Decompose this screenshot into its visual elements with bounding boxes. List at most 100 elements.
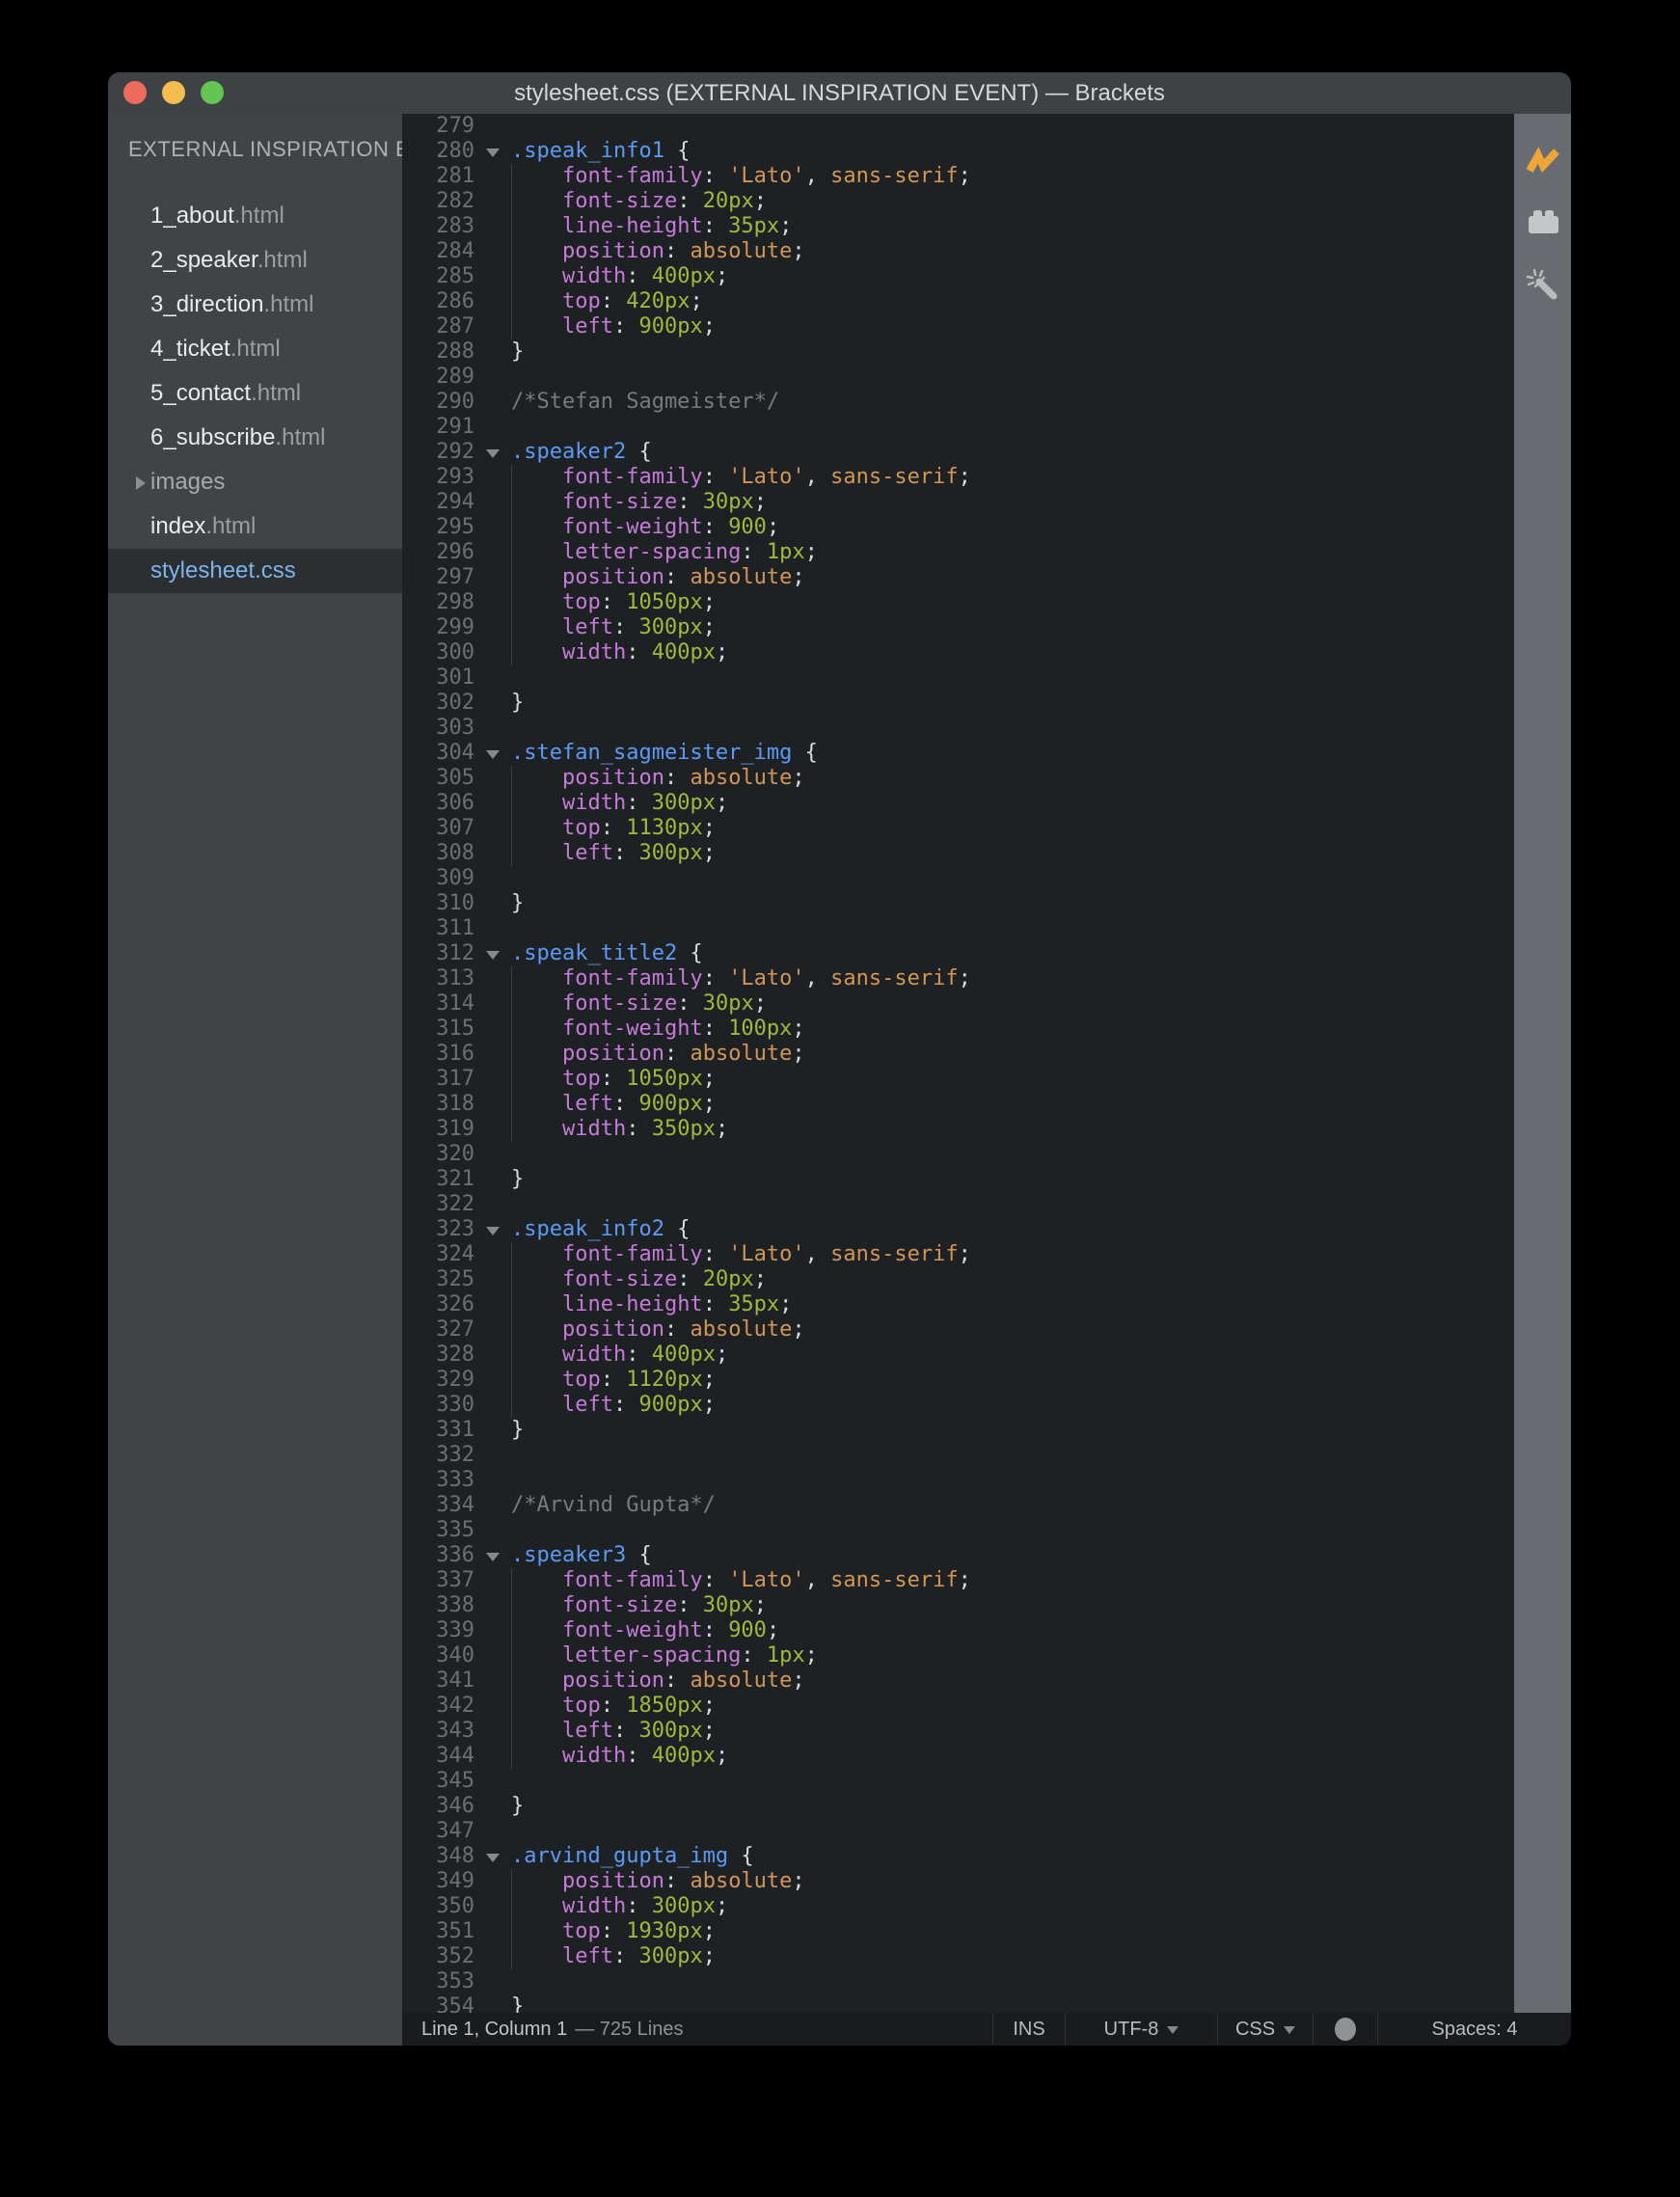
code-line-343[interactable]: 343 left: 300px; [402, 1719, 1514, 1744]
code-line-325[interactable]: 325 font-size: 20px; [402, 1267, 1514, 1292]
folder-disclosure-triangle-icon[interactable] [136, 476, 146, 490]
line-number[interactable]: 314 [402, 991, 474, 1017]
line-number[interactable]: 286 [402, 289, 474, 314]
code-line-280[interactable]: 280 .speak_info1 { [402, 139, 1514, 164]
code-line-295[interactable]: 295 font-weight: 900; [402, 515, 1514, 540]
line-number[interactable]: 300 [402, 640, 474, 665]
title-bar[interactable]: stylesheet.css (EXTERNAL INSPIRATION EVE… [108, 72, 1571, 114]
extension-manager-brick-icon[interactable] [1526, 207, 1560, 241]
sidebar-file-5_contact.html[interactable]: 5_contact.html [108, 371, 402, 416]
code-line-283[interactable]: 283 line-height: 35px; [402, 214, 1514, 239]
fold-arrow-icon[interactable] [486, 950, 500, 960]
code-line-336[interactable]: 336 .speaker3 { [402, 1543, 1514, 1568]
line-number[interactable]: 305 [402, 766, 474, 791]
line-number[interactable]: 340 [402, 1643, 474, 1668]
line-number[interactable]: 334 [402, 1493, 474, 1518]
fold-gutter[interactable] [474, 941, 511, 966]
code-line-350[interactable]: 350 width: 300px; [402, 1894, 1514, 1919]
code-line-330[interactable]: 330 left: 900px; [402, 1393, 1514, 1418]
code-line-309[interactable]: 309 [402, 866, 1514, 891]
code-line-312[interactable]: 312 .speak_title2 { [402, 941, 1514, 966]
line-number[interactable]: 309 [402, 866, 474, 891]
line-number[interactable]: 311 [402, 916, 474, 941]
line-number[interactable]: 329 [402, 1368, 474, 1393]
code-line-298[interactable]: 298 top: 1050px; [402, 590, 1514, 615]
code-line-318[interactable]: 318 left: 900px; [402, 1092, 1514, 1117]
code-line-299[interactable]: 299 left: 300px; [402, 615, 1514, 640]
code-line-313[interactable]: 313 font-family: 'Lato', sans-serif; [402, 966, 1514, 991]
line-number[interactable]: 341 [402, 1668, 474, 1694]
code-line-334[interactable]: 334 /*Arvind Gupta*/ [402, 1493, 1514, 1518]
code-line-339[interactable]: 339 font-weight: 900; [402, 1618, 1514, 1643]
code-line-319[interactable]: 319 width: 350px; [402, 1117, 1514, 1142]
line-number[interactable]: 312 [402, 941, 474, 966]
line-number[interactable]: 322 [402, 1192, 474, 1217]
code-line-341[interactable]: 341 position: absolute; [402, 1668, 1514, 1694]
line-number[interactable]: 344 [402, 1744, 474, 1769]
line-number[interactable]: 294 [402, 490, 474, 515]
code-line-337[interactable]: 337 font-family: 'Lato', sans-serif; [402, 1568, 1514, 1593]
line-number[interactable]: 298 [402, 590, 474, 615]
code-line-342[interactable]: 342 top: 1850px; [402, 1694, 1514, 1719]
line-number[interactable]: 352 [402, 1944, 474, 1969]
line-number[interactable]: 319 [402, 1117, 474, 1142]
line-number[interactable]: 303 [402, 716, 474, 741]
line-number[interactable]: 288 [402, 339, 474, 365]
line-number[interactable]: 306 [402, 791, 474, 816]
code-line-308[interactable]: 308 left: 300px; [402, 841, 1514, 866]
code-line-294[interactable]: 294 font-size: 30px; [402, 490, 1514, 515]
code-line-335[interactable]: 335 [402, 1518, 1514, 1543]
line-number[interactable]: 293 [402, 465, 474, 490]
code-line-340[interactable]: 340 letter-spacing: 1px; [402, 1643, 1514, 1668]
fold-gutter[interactable] [474, 1217, 511, 1242]
code-line-284[interactable]: 284 position: absolute; [402, 239, 1514, 264]
line-number[interactable]: 318 [402, 1092, 474, 1117]
code-line-352[interactable]: 352 left: 300px; [402, 1944, 1514, 1969]
line-number[interactable]: 279 [402, 114, 474, 139]
sidebar-file-6_subscribe.html[interactable]: 6_subscribe.html [108, 416, 402, 460]
line-number[interactable]: 324 [402, 1242, 474, 1267]
code-line-347[interactable]: 347 [402, 1819, 1514, 1844]
line-number[interactable]: 313 [402, 966, 474, 991]
line-number[interactable]: 342 [402, 1694, 474, 1719]
line-number[interactable]: 287 [402, 314, 474, 339]
code-line-302[interactable]: 302} [402, 691, 1514, 716]
code-line-323[interactable]: 323 .speak_info2 { [402, 1217, 1514, 1242]
fold-arrow-icon[interactable] [486, 1226, 500, 1235]
code-line-310[interactable]: 310} [402, 891, 1514, 916]
code-line-317[interactable]: 317 top: 1050px; [402, 1067, 1514, 1092]
line-number[interactable]: 307 [402, 816, 474, 841]
line-number[interactable]: 346 [402, 1794, 474, 1819]
line-number[interactable]: 310 [402, 891, 474, 916]
line-number[interactable]: 281 [402, 164, 474, 189]
code-line-322[interactable]: 322 [402, 1192, 1514, 1217]
live-preview-bolt-icon[interactable] [1525, 147, 1561, 180]
line-number[interactable]: 297 [402, 565, 474, 590]
fold-gutter[interactable] [474, 741, 511, 766]
line-number[interactable]: 315 [402, 1017, 474, 1042]
code-line-348[interactable]: 348 .arvind_gupta_img { [402, 1844, 1514, 1869]
insert-mode-toggle[interactable]: INS [992, 2013, 1065, 2046]
sidebar-file-stylesheet.css[interactable]: stylesheet.css [108, 549, 402, 593]
line-number[interactable]: 349 [402, 1869, 474, 1894]
fold-arrow-icon[interactable] [486, 148, 500, 157]
code-line-349[interactable]: 349 position: absolute; [402, 1869, 1514, 1894]
status-indicator[interactable] [1313, 2013, 1377, 2046]
code-line-304[interactable]: 304 .stefan_sagmeister_img { [402, 741, 1514, 766]
fold-arrow-icon[interactable] [486, 1853, 500, 1862]
code-line-324[interactable]: 324 font-family: 'Lato', sans-serif; [402, 1242, 1514, 1267]
code-line-281[interactable]: 281 font-family: 'Lato', sans-serif; [402, 164, 1514, 189]
line-number[interactable]: 328 [402, 1343, 474, 1368]
code-line-344[interactable]: 344 width: 400px; [402, 1744, 1514, 1769]
line-number[interactable]: 351 [402, 1919, 474, 1944]
line-number[interactable]: 336 [402, 1543, 474, 1568]
line-number[interactable]: 337 [402, 1568, 474, 1593]
sidebar-file-3_direction.html[interactable]: 3_direction.html [108, 283, 402, 327]
line-number[interactable]: 289 [402, 365, 474, 390]
line-number[interactable]: 331 [402, 1418, 474, 1443]
code-line-327[interactable]: 327 position: absolute; [402, 1317, 1514, 1343]
line-number[interactable]: 350 [402, 1894, 474, 1919]
line-number[interactable]: 284 [402, 239, 474, 264]
code-line-326[interactable]: 326 line-height: 35px; [402, 1292, 1514, 1317]
code-line-329[interactable]: 329 top: 1120px; [402, 1368, 1514, 1393]
